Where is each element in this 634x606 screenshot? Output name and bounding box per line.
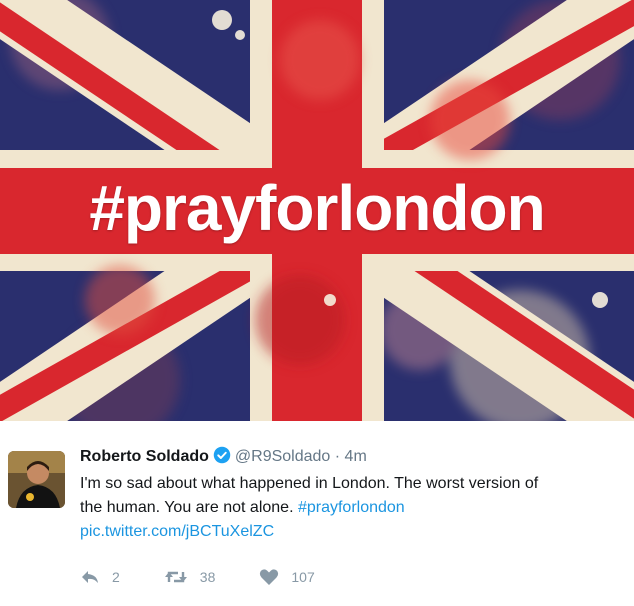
retweet-icon — [164, 569, 188, 585]
tweet-text-line-2: the human. You are not alone. #prayforlo… — [80, 496, 625, 520]
separator-dot: · — [334, 448, 341, 465]
tweet-content: Roberto Soldado @R9Soldado · 4m I'm so sa… — [80, 445, 625, 544]
reply-icon — [80, 569, 100, 585]
tweet-text-line-1: I'm so sad about what happened in London… — [80, 475, 539, 492]
tweet-timestamp[interactable]: 4m — [345, 448, 367, 465]
tweet-header: Roberto Soldado @R9Soldado · 4m — [80, 445, 625, 472]
avatar[interactable] — [8, 451, 65, 508]
like-button[interactable]: 107 — [259, 568, 315, 586]
tweet-text: I'm so sad about what happened in London… — [80, 472, 625, 544]
hashtag-link[interactable]: #prayforlondon — [298, 499, 405, 516]
reply-button[interactable]: 2 — [80, 569, 120, 585]
retweet-button[interactable]: 38 — [164, 569, 216, 585]
tweet-card: Roberto Soldado @R9Soldado · 4m I'm so sa… — [0, 421, 634, 606]
tweet-actions: 2 38 107 — [80, 567, 359, 587]
display-name[interactable]: Roberto Soldado — [80, 448, 209, 465]
tweet-image[interactable]: #prayforlondon — [0, 0, 634, 421]
tweet-text-line-2-prefix: the human. You are not alone. — [80, 499, 298, 516]
heart-icon — [259, 568, 279, 586]
reply-count: 2 — [112, 569, 120, 585]
like-count: 107 — [291, 569, 315, 585]
verified-icon — [213, 446, 231, 472]
media-link[interactable]: pic.twitter.com/jBCTuXelZC — [80, 523, 274, 540]
user-handle[interactable]: @R9Soldado — [235, 448, 330, 465]
retweet-count: 38 — [199, 569, 216, 585]
image-hashtag-text: #prayforlondon — [89, 172, 545, 244]
